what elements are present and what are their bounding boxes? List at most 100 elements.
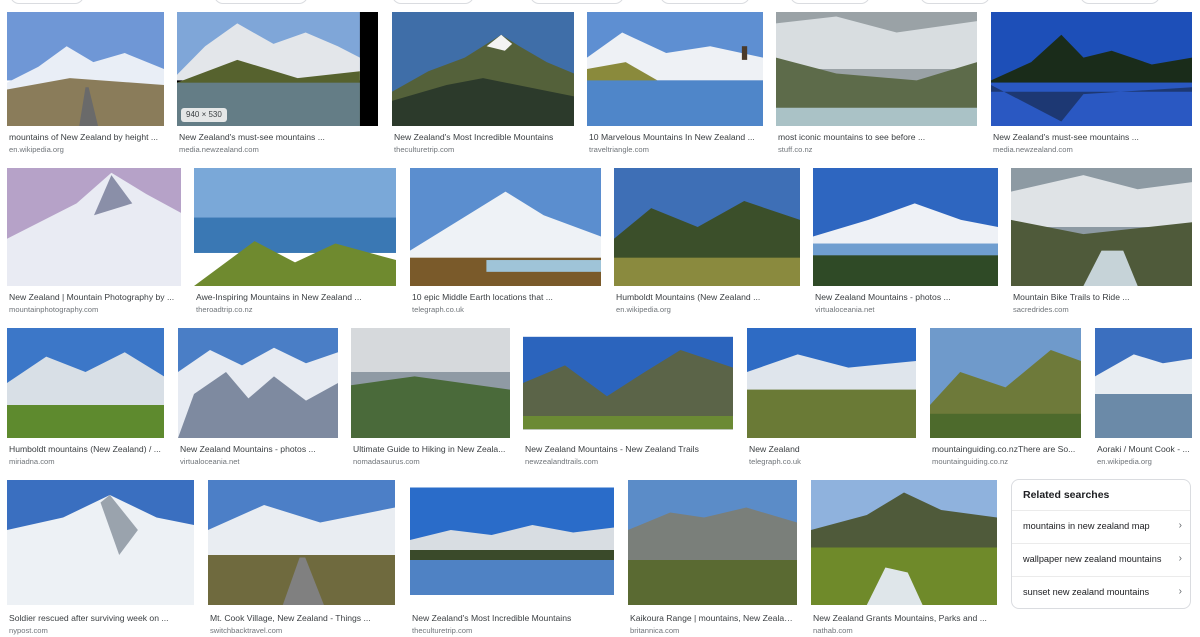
result-source[interactable]: media.newzealand.com xyxy=(179,145,378,155)
image-result[interactable]: 10 epic Middle Earth locations that ... … xyxy=(410,168,601,316)
result-title[interactable]: Ultimate Guide to Hiking in New Zeala... xyxy=(353,444,510,455)
result-thumbnail[interactable] xyxy=(7,328,164,438)
image-result[interactable]: Humboldt mountains (New Zealand) / ... m… xyxy=(7,328,164,468)
filter-chip[interactable] xyxy=(660,0,750,4)
image-result[interactable]: New Zealand Mountains - photos ... virtu… xyxy=(813,168,998,316)
result-title[interactable]: Kaikoura Range | mountains, New Zealand … xyxy=(630,613,797,624)
result-title[interactable]: Mt. Cook Village, New Zealand - Things .… xyxy=(210,613,395,624)
result-thumbnail[interactable] xyxy=(991,12,1192,126)
result-thumbnail[interactable] xyxy=(614,168,800,286)
result-thumbnail[interactable] xyxy=(410,168,601,286)
image-result[interactable]: New Zealand telegraph.co.uk xyxy=(747,328,916,468)
image-result[interactable]: New Zealand's must-see mountains ... med… xyxy=(991,12,1192,157)
image-result[interactable]: New Zealand | Mountain Photography by ..… xyxy=(7,168,181,316)
related-search-item[interactable]: mountains in new zealand map › xyxy=(1012,510,1190,543)
result-thumbnail[interactable] xyxy=(628,480,797,605)
result-thumbnail[interactable] xyxy=(178,328,338,438)
result-thumbnail[interactable] xyxy=(7,168,181,286)
related-search-item[interactable]: sunset new zealand mountains › xyxy=(1012,576,1190,609)
filter-chip[interactable] xyxy=(790,0,870,4)
related-search-label[interactable]: sunset new zealand mountains xyxy=(1023,587,1149,597)
result-thumbnail[interactable] xyxy=(523,328,733,438)
result-source[interactable]: theroadtrip.co.nz xyxy=(196,305,396,315)
filter-chip[interactable] xyxy=(10,0,84,4)
result-source[interactable]: virtualoceania.net xyxy=(815,305,998,315)
result-source[interactable]: britannica.com xyxy=(630,626,797,636)
result-title[interactable]: mountainguiding.co.nzThere are So... xyxy=(932,444,1081,455)
result-source[interactable]: stuff.co.nz xyxy=(778,145,977,155)
result-title[interactable]: 10 Marvelous Mountains In New Zealand ..… xyxy=(589,132,763,143)
result-title[interactable]: Humboldt Mountains (New Zealand ... xyxy=(616,292,800,303)
result-title[interactable]: New Zealand Grants Mountains, Parks and … xyxy=(813,613,997,624)
result-thumbnail[interactable] xyxy=(811,480,997,605)
image-result[interactable]: Ultimate Guide to Hiking in New Zeala...… xyxy=(351,328,510,468)
result-source[interactable]: theculturetrip.com xyxy=(412,626,614,636)
result-title[interactable]: most iconic mountains to see before ... xyxy=(778,132,977,143)
result-thumbnail[interactable] xyxy=(194,168,396,286)
result-source[interactable]: nomadasaurus.com xyxy=(353,457,510,467)
image-result[interactable]: Kaikoura Range | mountains, New Zealand … xyxy=(628,480,797,637)
result-source[interactable]: sacredrides.com xyxy=(1013,305,1192,315)
image-result[interactable]: New Zealand's Most Incredible Mountains … xyxy=(410,480,614,637)
result-thumbnail[interactable] xyxy=(7,12,164,126)
result-title[interactable]: New Zealand Mountains - photos ... xyxy=(180,444,338,455)
result-source[interactable]: newzealandtrails.com xyxy=(525,457,733,467)
filter-chip[interactable] xyxy=(214,0,308,4)
result-source[interactable]: virtualoceania.net xyxy=(180,457,338,467)
result-thumbnail[interactable] xyxy=(351,328,510,438)
result-source[interactable]: traveltriangle.com xyxy=(589,145,763,155)
result-source[interactable]: en.wikipedia.org xyxy=(9,145,164,155)
result-title[interactable]: mountains of New Zealand by height ... xyxy=(9,132,164,143)
filter-chip[interactable] xyxy=(1080,0,1160,4)
image-result[interactable]: 10 Marvelous Mountains In New Zealand ..… xyxy=(587,12,763,157)
image-result[interactable]: New Zealand's Most Incredible Mountains … xyxy=(392,12,574,157)
result-source[interactable]: theculturetrip.com xyxy=(394,145,574,155)
result-source[interactable]: switchbacktravel.com xyxy=(210,626,395,636)
result-title[interactable]: Aoraki / Mount Cook - ... xyxy=(1097,444,1192,455)
image-result[interactable]: mountains of New Zealand by height ... e… xyxy=(7,12,164,157)
result-source[interactable]: mountainphotography.com xyxy=(9,305,181,315)
result-title[interactable]: Humboldt mountains (New Zealand) / ... xyxy=(9,444,164,455)
related-search-item[interactable]: wallpaper new zealand mountains › xyxy=(1012,543,1190,576)
result-thumbnail[interactable] xyxy=(410,480,614,605)
result-thumbnail[interactable] xyxy=(392,12,574,126)
related-search-label[interactable]: mountains in new zealand map xyxy=(1023,521,1150,531)
image-result[interactable]: 940 × 530 New Zealand's must-see mountai… xyxy=(177,12,378,157)
result-title[interactable]: New Zealand | Mountain Photography by ..… xyxy=(9,292,181,303)
result-thumbnail[interactable] xyxy=(587,12,763,126)
image-result[interactable]: mountainguiding.co.nzThere are So... mou… xyxy=(930,328,1081,468)
result-thumbnail[interactable] xyxy=(813,168,998,286)
image-result[interactable]: New Zealand Mountains - photos ... virtu… xyxy=(178,328,338,468)
image-result[interactable]: Mt. Cook Village, New Zealand - Things .… xyxy=(208,480,395,637)
result-thumbnail[interactable] xyxy=(776,12,977,126)
image-result[interactable]: Mountain Bike Trails to Ride ... sacredr… xyxy=(1011,168,1192,316)
result-source[interactable]: miriadna.com xyxy=(9,457,164,467)
result-title[interactable]: New Zealand's must-see mountains ... xyxy=(993,132,1192,143)
result-title[interactable]: New Zealand's Most Incredible Mountains xyxy=(412,613,614,624)
result-thumbnail[interactable] xyxy=(7,480,194,605)
filter-chip[interactable] xyxy=(920,0,990,4)
result-title[interactable]: Soldier rescued after surviving week on … xyxy=(9,613,194,624)
result-title[interactable]: New Zealand's must-see mountains ... xyxy=(179,132,378,143)
result-title[interactable]: 10 epic Middle Earth locations that ... xyxy=(412,292,601,303)
image-result[interactable]: most iconic mountains to see before ... … xyxy=(776,12,977,157)
result-source[interactable]: mountainguiding.co.nz xyxy=(932,457,1081,467)
image-result[interactable]: Humboldt Mountains (New Zealand ... en.w… xyxy=(614,168,800,316)
result-thumbnail[interactable] xyxy=(1095,328,1192,438)
image-result[interactable]: New Zealand Mountains - New Zealand Trai… xyxy=(523,328,733,468)
filter-chip[interactable] xyxy=(530,0,624,4)
image-result[interactable]: New Zealand Grants Mountains, Parks and … xyxy=(811,480,997,637)
result-title[interactable]: Mountain Bike Trails to Ride ... xyxy=(1013,292,1192,303)
image-result[interactable]: Awe-Inspiring Mountains in New Zealand .… xyxy=(194,168,396,316)
related-search-label[interactable]: wallpaper new zealand mountains xyxy=(1023,554,1161,564)
result-source[interactable]: telegraph.co.uk xyxy=(412,305,601,315)
image-result[interactable]: Aoraki / Mount Cook - ... en.wikipedia.o… xyxy=(1095,328,1192,468)
result-title[interactable]: New Zealand xyxy=(749,444,916,455)
result-thumbnail[interactable] xyxy=(747,328,916,438)
result-source[interactable]: telegraph.co.uk xyxy=(749,457,916,467)
result-title[interactable]: New Zealand's Most Incredible Mountains xyxy=(394,132,574,143)
result-thumbnail[interactable] xyxy=(208,480,395,605)
result-source[interactable]: en.wikipedia.org xyxy=(616,305,800,315)
result-title[interactable]: Awe-Inspiring Mountains in New Zealand .… xyxy=(196,292,396,303)
result-source[interactable]: en.wikipedia.org xyxy=(1097,457,1192,467)
